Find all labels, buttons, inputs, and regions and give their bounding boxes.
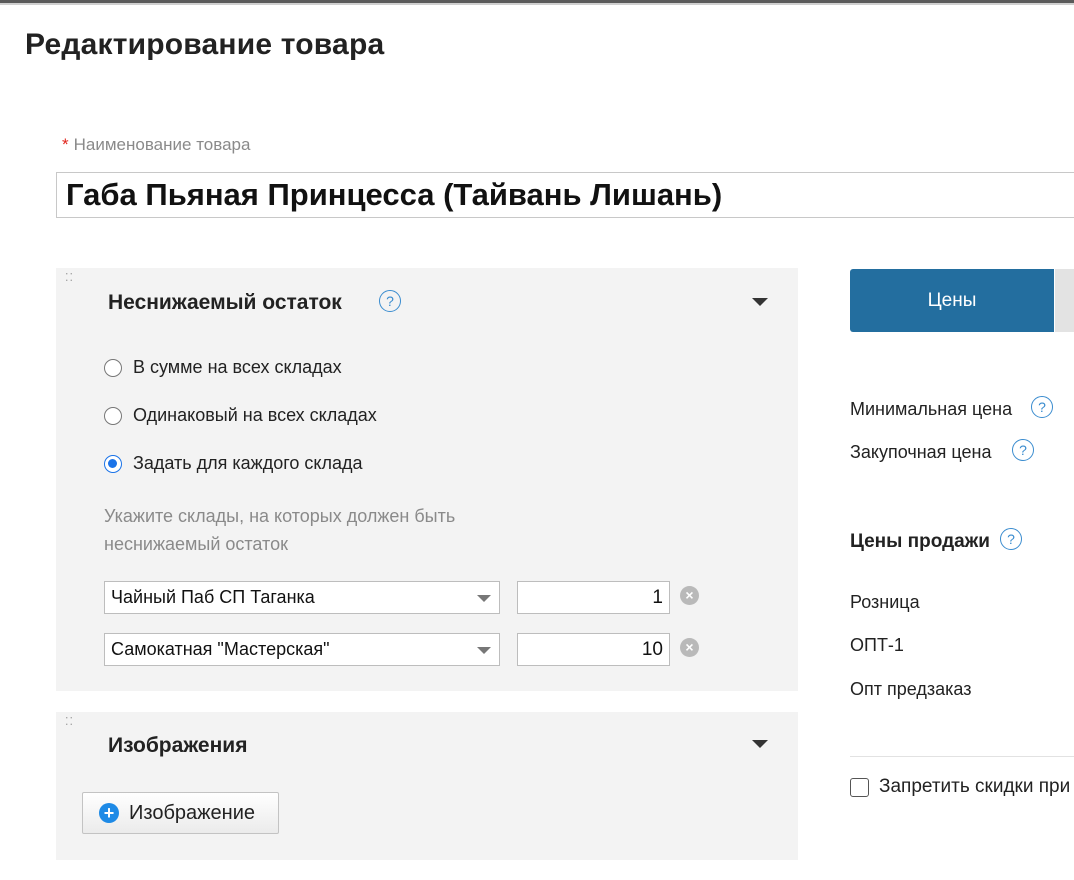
sale-price-label: Опт предзаказ <box>850 679 972 699</box>
radio-label: В сумме на всех складах <box>133 357 342 377</box>
radio-button-checked[interactable] <box>104 454 122 473</box>
sale-prices-title: Цены продажи <box>850 531 990 552</box>
required-marker: * <box>62 135 69 154</box>
quantity-input[interactable]: 10 <box>517 633 670 666</box>
warehouse-hint: Укажите склады, на которых должен быть н… <box>104 506 456 554</box>
warehouse-select-value: Чайный Паб СП Таганка <box>111 587 315 607</box>
radio-button[interactable] <box>104 358 122 377</box>
images-panel: ⁚⁚ Изображения + Изображение <box>56 712 798 860</box>
sale-price-label: Розница <box>850 592 920 612</box>
min-stock-collapse-icon[interactable] <box>752 298 768 306</box>
purchase-price-label: Закупочная цена <box>850 442 992 462</box>
images-collapse-icon[interactable] <box>752 740 768 748</box>
min-price-help-icon[interactable]: ? <box>1031 396 1053 418</box>
min-stock-help-icon[interactable]: ? <box>379 290 401 312</box>
product-name-label: * Наименование товара <box>62 135 250 155</box>
warehouse-select[interactable]: Чайный Паб СП Таганка <box>104 581 500 614</box>
section-divider <box>850 756 1074 757</box>
forbid-discounts-checkbox[interactable] <box>850 777 869 797</box>
plus-icon: + <box>99 803 119 823</box>
radio-label: Одинаковый на всех складах <box>133 405 377 425</box>
sale-prices-help-icon[interactable]: ? <box>1000 528 1022 550</box>
radio-per-warehouse[interactable]: Задать для каждого склада <box>104 453 363 474</box>
min-stock-panel: ⁚⁚ Неснижаемый остаток ? В сумме на всех… <box>56 268 798 691</box>
min-price-label: Минимальная цена <box>850 399 1013 419</box>
warehouse-select-value: Самокатная "Мастерская" <box>111 639 330 659</box>
warehouse-select[interactable]: Самокатная "Мастерская" <box>104 633 500 666</box>
sale-price-label: ОПТ-1 <box>850 635 904 655</box>
tab-next[interactable] <box>1055 269 1074 332</box>
radio-button[interactable] <box>104 406 122 425</box>
purchase-price-help-icon[interactable]: ? <box>1012 439 1034 461</box>
chevron-down-icon <box>477 595 491 602</box>
chevron-down-icon <box>477 647 491 654</box>
tab-prices[interactable]: Цены <box>850 269 1054 332</box>
forbid-discounts-row[interactable]: Запретить скидки при <box>850 776 1070 798</box>
images-title: Изображения <box>108 734 248 757</box>
drag-handle-icon[interactable]: ⁚⁚ <box>65 717 74 728</box>
add-image-label: Изображение <box>129 801 255 824</box>
product-name-input[interactable] <box>56 172 1074 218</box>
remove-row-icon[interactable]: × <box>680 586 699 605</box>
page-title: Редактирование товара <box>25 28 385 61</box>
radio-total-all-warehouses[interactable]: В сумме на всех складах <box>104 357 342 378</box>
min-stock-title: Неснижаемый остаток <box>108 291 342 314</box>
forbid-discounts-label: Запретить скидки при <box>879 776 1071 797</box>
radio-label: Задать для каждого склада <box>133 453 363 473</box>
quantity-input[interactable]: 1 <box>517 581 670 614</box>
drag-handle-icon[interactable]: ⁚⁚ <box>65 273 74 284</box>
product-name-label-text: Наименование товара <box>73 135 251 154</box>
radio-same-all-warehouses[interactable]: Одинаковый на всех складах <box>104 405 377 426</box>
window-top-shadow <box>0 3 1074 5</box>
add-image-button[interactable]: + Изображение <box>82 792 279 834</box>
remove-row-icon[interactable]: × <box>680 638 699 657</box>
